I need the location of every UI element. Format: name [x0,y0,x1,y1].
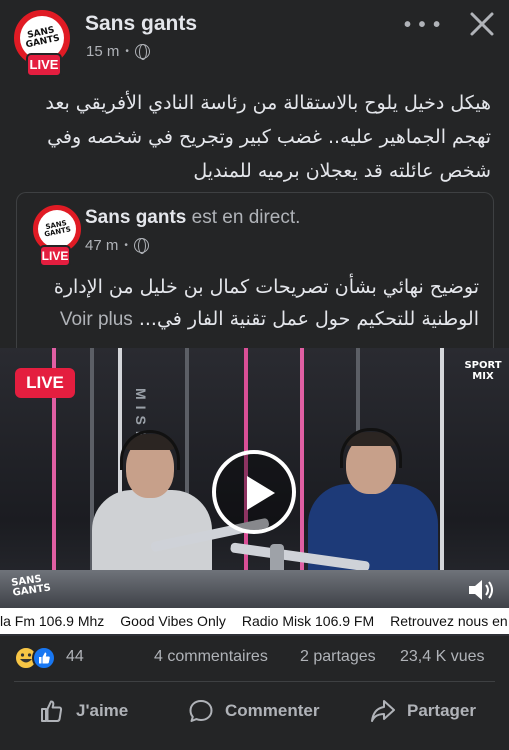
shared-status-text: est en direct. [191,207,301,228]
post-header: SANS GANTS LIVE Sans gants 15 m • • • • [0,0,509,80]
see-more-link[interactable]: Voir plus [60,309,133,330]
share-arrow-icon [371,700,395,722]
globe-icon [133,238,149,254]
headset [120,430,180,470]
shared-post-text: توضيح نهائي بشأن تصريحات كمال بن خليل من… [21,271,479,336]
close-icon[interactable] [466,8,498,40]
video-player[interactable]: MISK LIVE SPORT MIX SANS GANTS la Fm 106… [0,348,509,636]
comment-icon [189,700,213,722]
news-ticker: la Fm 106.9 Mhz Good Vibes Only Radio Mi… [0,608,509,634]
video-live-badge: LIVE [15,368,75,398]
shared-post-card[interactable]: SANS GANTS LIVE Sans gants est en direct… [16,192,494,362]
separator-dot: • [124,240,128,251]
ticker-item: la Fm 106.9 Mhz [0,613,105,629]
ticker-item: Radio Misk 106.9 FM [241,613,375,629]
post-actions: J'aime Commenter Partager [0,682,509,740]
views-count: 23,4 K vues [400,648,485,665]
more-horizontal-icon[interactable]: • • • [404,14,441,37]
comment-button[interactable]: Commenter [187,692,319,730]
shared-time[interactable]: 47 m [85,237,118,254]
separator-dot: • [125,46,129,57]
share-label: Partager [407,701,476,720]
shared-page-name-text[interactable]: Sans gants [85,207,186,228]
shared-meta: 47 m • [85,237,149,254]
like-reaction-icon [32,646,56,670]
post-time[interactable]: 15 m [86,43,119,60]
logo-text: SANS GANTS [43,218,72,239]
logo-text: SANS GANTS [24,25,61,51]
page-name[interactable]: Sans gants [85,12,197,36]
channel-logo: SPORT MIX [464,360,502,382]
guest-left [82,428,222,590]
headset [340,428,402,468]
comment-label: Commenter [225,701,320,720]
ticker-item: Retrouvez nous en [390,613,508,629]
shares-count[interactable]: 2 partages [300,648,376,666]
engagement-stats: 44 4 commentaires 2 partages 23,4 K vues [0,640,509,676]
globe-icon [134,44,150,60]
play-icon[interactable] [212,450,296,534]
speaker-icon[interactable] [466,578,496,602]
shared-live-badge: LIVE [39,245,71,267]
comments-count[interactable]: 4 commentaires [154,648,268,666]
ticker-item: Good Vibes Only [120,613,226,629]
like-button[interactable]: J'aime [38,692,128,730]
post-meta: 15 m • [86,43,150,60]
share-button[interactable]: Partager [369,692,476,730]
like-label: J'aime [76,701,129,720]
post-caption: هيكل دخيل يلوح بالاستقالة من رئاسة الناد… [45,92,491,182]
live-badge: LIVE [26,53,62,77]
shared-page-name[interactable]: Sans gants est en direct. [85,207,300,229]
reactions-count[interactable]: 44 [66,648,84,666]
studio-desk [0,570,509,610]
thumbs-up-icon [41,700,63,722]
reaction-icons[interactable] [14,644,62,670]
sans-gants-logo: SANS GANTS [38,210,76,248]
